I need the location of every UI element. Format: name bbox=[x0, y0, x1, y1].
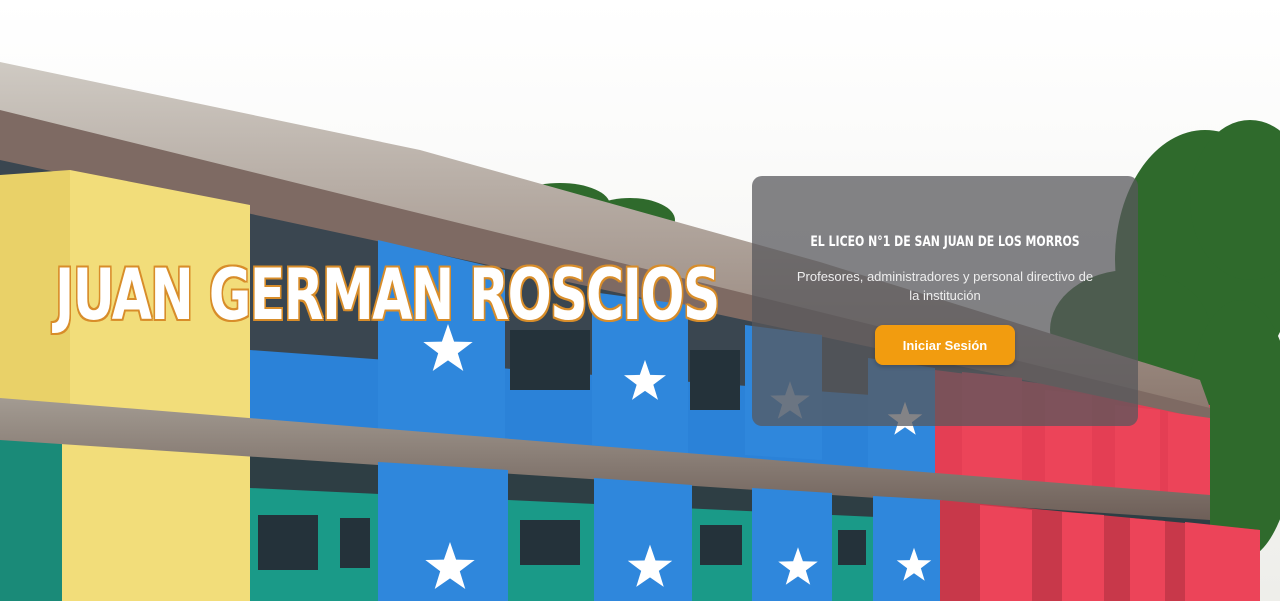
hero-title: JUAN GERMAN ROSCIOS bbox=[55, 254, 720, 336]
hero-section: JUAN GERMAN ROSCIOS EL LICEO N°1 DE SAN … bbox=[0, 0, 1280, 601]
login-button[interactable]: Iniciar Sesión bbox=[875, 325, 1015, 365]
card-description: Profesores, administradores y personal d… bbox=[796, 269, 1094, 303]
login-card: EL LICEO N°1 DE SAN JUAN DE LOS MORROS P… bbox=[752, 176, 1138, 426]
card-heading: EL LICEO N°1 DE SAN JUAN DE LOS MORROS bbox=[810, 234, 1080, 250]
